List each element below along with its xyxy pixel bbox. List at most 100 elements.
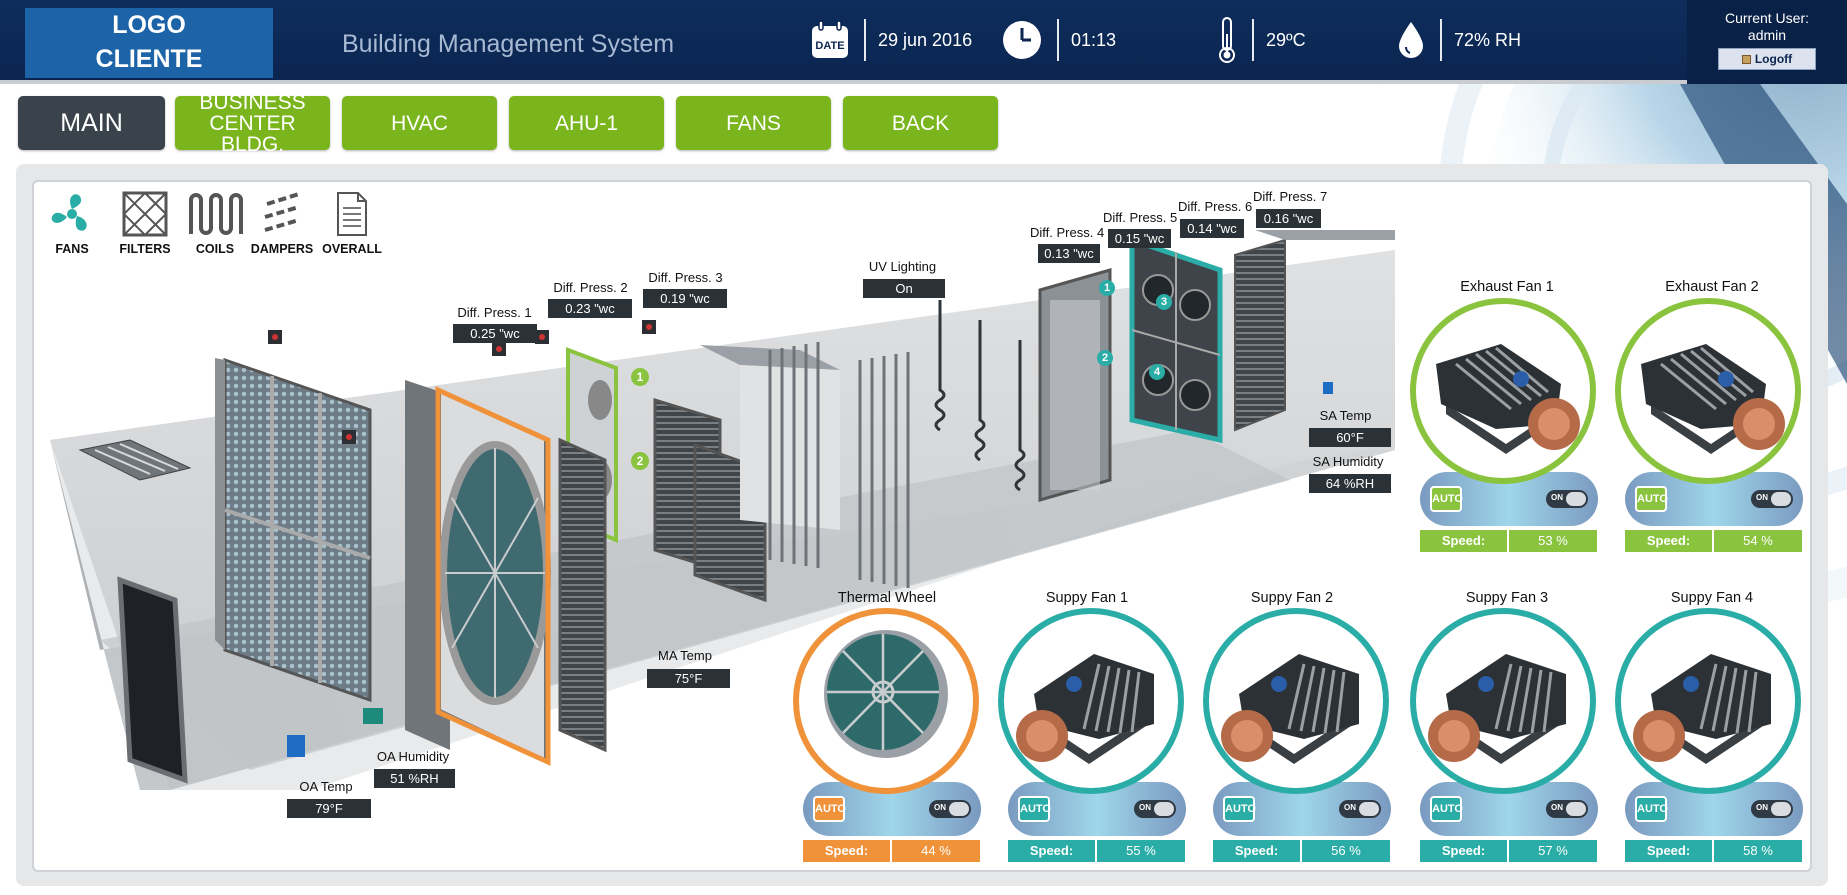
dp1-value: 0.25 "wc	[453, 324, 537, 343]
supply-fan-4-toggle[interactable]: ON	[1751, 800, 1793, 818]
speed-value: 53 %	[1509, 530, 1597, 552]
pre-filter-bank	[223, 357, 372, 703]
supply-fan-2-speed: Speed: 56 %	[1213, 840, 1390, 862]
supply-fan-4-circle[interactable]	[1615, 608, 1801, 794]
thermal-wheel-auto-button[interactable]: AUTO	[813, 796, 846, 822]
supply-fan-3-title: Suppy Fan 3	[1465, 590, 1549, 606]
toggle-knob	[1566, 802, 1586, 816]
pressure-sensor-1	[268, 330, 282, 344]
nav-hvac-button[interactable]: HVAC	[342, 96, 497, 150]
calendar-icon: DATE	[812, 20, 848, 58]
logo-line2: CLIENTE	[95, 45, 203, 73]
toggle-on-label: ON	[1551, 803, 1563, 812]
supply-fan-4-auto-button[interactable]: AUTO	[1635, 796, 1668, 822]
client-logo: LOGO CLIENTE	[25, 8, 273, 78]
blower-fan-icon	[1221, 654, 1359, 764]
speed-label: Speed:	[1008, 840, 1095, 862]
speed-label: Speed:	[1420, 530, 1507, 552]
oa-humidity-sensor	[363, 708, 383, 724]
blower-fan-icon	[1436, 344, 1580, 454]
supply-fan-marker-1: 1	[1099, 280, 1115, 296]
supply-fan-3-auto-button[interactable]: AUTO	[1430, 796, 1463, 822]
logoff-icon	[1741, 55, 1751, 64]
sa-sensor	[1323, 382, 1333, 394]
current-user-name: admin	[1747, 27, 1787, 43]
toggle-knob	[949, 802, 969, 816]
dp5-value: 0.15 "wc	[1108, 229, 1171, 248]
toggle-on-label: ON	[1756, 803, 1768, 812]
header-bar: LOGO CLIENTE Building Management System …	[0, 0, 1847, 84]
supply-fan-2-auto-button[interactable]: AUTO	[1223, 796, 1256, 822]
exhaust-fan-1-circle[interactable]	[1410, 298, 1596, 484]
supply-fan-3-circle[interactable]	[1410, 608, 1596, 794]
supply-fan-1-title: Suppy Fan 1	[1045, 590, 1129, 606]
nav-main-label: MAIN	[60, 108, 123, 137]
toggle-on-label: ON	[1139, 803, 1151, 812]
sa-humidity-value: 64 %RH	[1309, 474, 1391, 493]
toggle-on-label: ON	[934, 803, 946, 812]
supply-fan-marker-2: 2	[1097, 350, 1113, 366]
nav-ahu-button[interactable]: AHU-1	[509, 96, 664, 150]
ma-temp-label: MA Temp	[658, 648, 712, 663]
dp4-value: 0.13 "wc	[1038, 244, 1100, 263]
nav-main-button[interactable]: MAIN	[18, 96, 165, 150]
temperature-value: 29ºC	[1266, 29, 1306, 50]
supply-fan-4-speed: Speed: 58 %	[1625, 840, 1802, 862]
toggle-knob	[1359, 802, 1379, 816]
oa-temp-sensor	[287, 735, 305, 757]
dp2-value: 0.23 "wc	[548, 299, 632, 318]
time-value: 01:13	[1071, 29, 1117, 50]
exhaust-fan-2-toggle[interactable]: ON	[1751, 490, 1793, 508]
exhaust-fan-2-auto-button[interactable]: AUTO	[1635, 486, 1668, 512]
uv-lighting-label: UV Lighting	[868, 259, 937, 274]
oa-temp-label: OA Temp	[299, 779, 353, 794]
exhaust-fan-2-circle[interactable]	[1615, 298, 1801, 484]
date-display: DATE 29 jun 2016	[810, 19, 972, 61]
nav-business-center-button[interactable]: BUSINESS CENTER BLDG.	[175, 92, 330, 155]
blower-fan-icon	[1016, 654, 1154, 764]
speed-value: 57 %	[1509, 840, 1597, 862]
speed-value: 58 %	[1714, 840, 1802, 862]
supply-fan-1-circle[interactable]	[998, 608, 1184, 794]
supply-fan-1-toggle[interactable]: ON	[1134, 800, 1176, 818]
dp5-label: Diff. Press. 5	[1103, 210, 1178, 225]
exhaust-fan-1-toggle[interactable]: ON	[1546, 490, 1588, 508]
toggle-knob	[1771, 492, 1791, 506]
blower-fan-icon	[1641, 344, 1785, 454]
current-user-label: Current User:	[1724, 10, 1810, 26]
supply-fan-3-toggle[interactable]: ON	[1546, 800, 1588, 818]
nav-business-line1: BUSINESS	[199, 90, 306, 114]
exhaust-fan-marker-1: 1	[631, 368, 649, 386]
nav-fans-label: FANS	[726, 111, 781, 135]
exhaust-fan-1-auto-button[interactable]: AUTO	[1430, 486, 1463, 512]
oa-temp-value: 79°F	[287, 799, 371, 818]
speed-value: 54 %	[1714, 530, 1802, 552]
speed-value: 44 %	[892, 840, 980, 862]
water-drop-icon	[1399, 22, 1423, 58]
dp1-label: Diff. Press. 1	[457, 305, 532, 320]
supply-fan-2-toggle[interactable]: ON	[1339, 800, 1381, 818]
logoff-label: Logoff	[1754, 52, 1793, 66]
toggle-on-label: ON	[1344, 803, 1356, 812]
thermal-wheel-speed: Speed: 44 %	[803, 840, 980, 862]
thermal-wheel-toggle[interactable]: ON	[929, 800, 971, 818]
supply-fan-marker-3: 3	[1156, 294, 1172, 310]
oa-humidity-value: 51 %RH	[374, 769, 455, 788]
supply-fan-2-circle[interactable]	[1203, 608, 1389, 794]
ahu-3d-diagram	[50, 230, 1395, 790]
exhaust-fan-2-speed: Speed: 54 %	[1625, 530, 1802, 552]
thermal-wheel-circle[interactable]	[793, 608, 979, 794]
dp3-label: Diff. Press. 3	[648, 270, 723, 285]
nav-back-button[interactable]: BACK	[843, 96, 998, 150]
supply-fan-1-auto-button[interactable]: AUTO	[1018, 796, 1051, 822]
inlet-opening	[117, 576, 188, 784]
nav-fans-button[interactable]: FANS	[676, 96, 831, 150]
divider	[1440, 19, 1442, 61]
supply-fan-4-title: Suppy Fan 4	[1670, 590, 1754, 606]
speed-value: 55 %	[1097, 840, 1185, 862]
blower-fan-icon	[1428, 654, 1566, 764]
user-panel: Current User: admin Logoff	[1687, 0, 1847, 84]
dp2-label: Diff. Press. 2	[553, 280, 628, 295]
logoff-button[interactable]: Logoff	[1718, 48, 1816, 70]
dp7-label: Diff. Press. 7	[1253, 189, 1328, 204]
